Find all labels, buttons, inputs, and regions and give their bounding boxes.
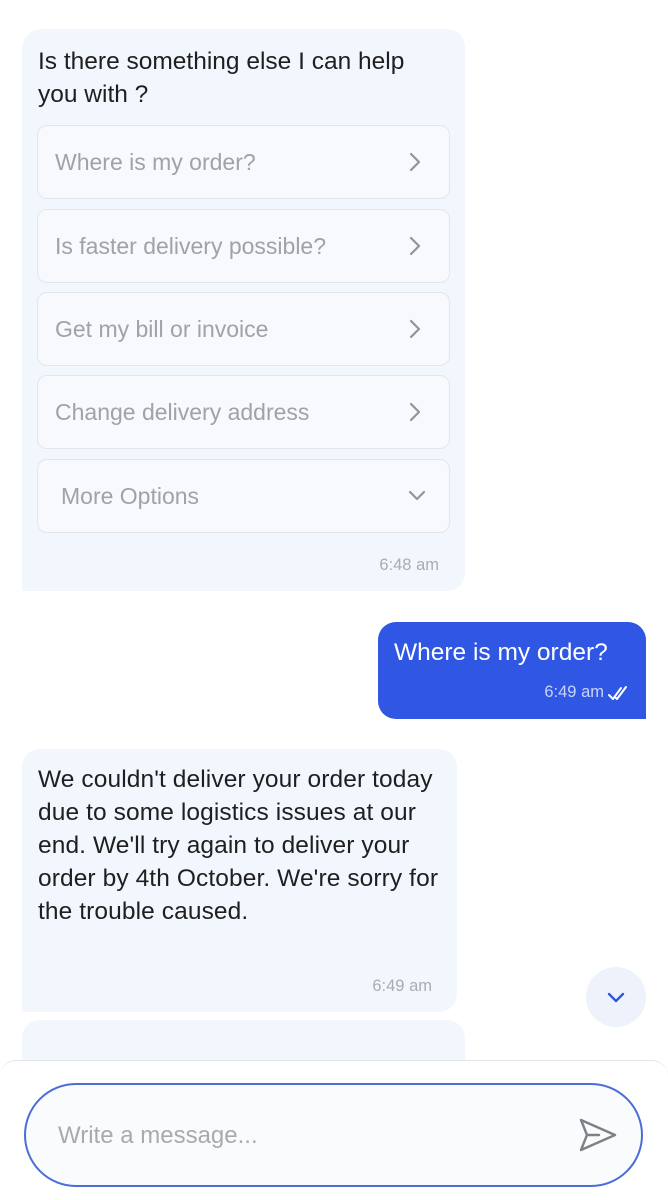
quick-reply-label: Change delivery address — [55, 399, 310, 425]
chevron-down-icon — [408, 490, 426, 501]
quick-reply-label: Get my bill or invoice — [55, 316, 269, 342]
bot-message-text: Is there something else I can help you w… — [38, 48, 405, 108]
chat-area: Is there something else I can help you w… — [0, 0, 668, 1200]
quick-reply-where-is-my-order[interactable]: Where is my order? — [37, 125, 450, 199]
double-check-icon — [608, 686, 627, 700]
chevron-right-icon — [409, 319, 421, 339]
quick-reply-label: Where is my order? — [55, 149, 256, 175]
send-icon[interactable] — [573, 1111, 621, 1159]
user-message-bubble: Where is my order? 6:49 am — [378, 622, 646, 719]
chevron-right-icon — [409, 236, 421, 256]
user-message-text: Where is my order? — [394, 639, 608, 666]
message-composer — [0, 1060, 668, 1200]
chevron-right-icon — [409, 402, 421, 422]
scroll-to-bottom-button[interactable] — [586, 967, 646, 1027]
quick-reply-label: More Options — [61, 483, 200, 509]
message-timestamp: 6:49 am — [544, 683, 604, 701]
bot-message-bubble: We couldn't deliver your order today due… — [22, 749, 457, 1012]
quick-reply-bill-invoice[interactable]: Get my bill or invoice — [37, 292, 450, 366]
quick-reply-faster-delivery[interactable]: Is faster delivery possible? — [37, 209, 450, 283]
bot-message-text: We couldn't deliver your order today due… — [38, 766, 439, 925]
chevron-right-icon — [409, 152, 421, 172]
more-options-button[interactable]: More Options — [37, 459, 450, 533]
message-timestamp: 6:49 am — [372, 977, 432, 995]
quick-reply-label: Is faster delivery possible? — [55, 233, 327, 259]
message-timestamp: 6:48 am — [379, 556, 439, 574]
bot-message-bubble: Is there something else I can help you w… — [22, 29, 465, 591]
message-input[interactable] — [56, 1113, 540, 1159]
message-input-container — [24, 1083, 643, 1187]
quick-reply-change-address[interactable]: Change delivery address — [37, 375, 450, 449]
bot-message-bubble-partial — [22, 1020, 465, 1060]
chevron-down-icon — [607, 992, 625, 1003]
